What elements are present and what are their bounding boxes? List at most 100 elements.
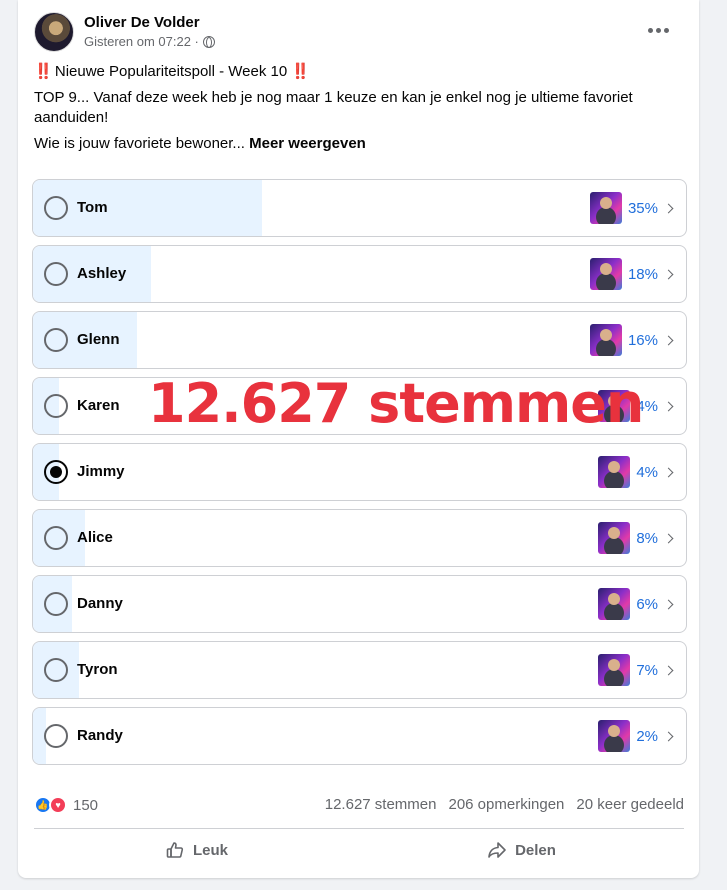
more-options-button[interactable] [642, 18, 674, 42]
poll-option-percent: 7% [636, 661, 658, 679]
radio-button[interactable] [44, 262, 68, 286]
post-title-text: Nieuwe Populariteitspoll - Week 10 [54, 63, 288, 80]
author-avatar[interactable] [34, 12, 74, 52]
post-meta: Gisteren om 07:22 · [84, 34, 215, 49]
radio-button[interactable] [44, 526, 68, 550]
post-stats: 👍 ♥ 150 12.627 stemmen 206 opmerkingen 2… [34, 796, 684, 816]
reaction-count[interactable]: 150 [73, 797, 98, 814]
poll-option-ashley[interactable]: Ashley 18% [32, 245, 687, 303]
voter-avatar [598, 588, 631, 620]
dot-icon [655, 27, 661, 33]
poll-option-result[interactable]: 2% [598, 719, 674, 753]
poll-option-label: Tom [77, 199, 108, 216]
poll-option-danny[interactable]: Danny 6% [32, 575, 687, 633]
radio-button[interactable] [44, 328, 68, 352]
globe-icon [202, 35, 215, 48]
radio-button[interactable] [44, 196, 68, 220]
radio-button[interactable] [44, 460, 68, 484]
post-card: Oliver De Volder Gisteren om 07:22 · ‼️ … [18, 0, 699, 878]
radio-button[interactable] [44, 724, 68, 748]
poll-option-percent: 18% [627, 265, 658, 283]
post-body: TOP 9... Vanaf deze week heb je nog maar… [34, 89, 633, 126]
poll-option-result[interactable]: 18% [589, 257, 674, 291]
double-exclamation-icon: ‼️ [291, 63, 310, 80]
like-label: Leuk [192, 841, 228, 859]
author-name[interactable]: Oliver De Volder [84, 14, 200, 31]
chevron-right-icon [663, 599, 674, 609]
question-text: Wie is jouw favoriete bewoner... [34, 135, 245, 152]
poll-option-result[interactable]: 4% [598, 389, 674, 423]
poll-option-percent: 2% [636, 727, 658, 745]
poll-option-label: Karen [77, 397, 120, 414]
poll-option-label: Jimmy [77, 463, 125, 480]
voter-avatar [598, 456, 631, 488]
poll-option-label: Danny [77, 595, 123, 612]
post-actions: Leuk Delen [34, 832, 684, 868]
poll-option-karen[interactable]: Karen 4% [32, 377, 687, 435]
poll-option-result[interactable]: 6% [598, 587, 674, 621]
voter-avatar [589, 192, 622, 224]
chevron-right-icon [663, 533, 674, 543]
poll-option-label: Randy [77, 727, 123, 744]
divider [34, 828, 684, 829]
dot-icon [647, 27, 653, 33]
poll-option-jimmy[interactable]: Jimmy 4% [32, 443, 687, 501]
poll-option-result[interactable]: 16% [589, 323, 674, 357]
dot-icon [663, 27, 669, 33]
chevron-right-icon [663, 665, 674, 675]
poll-option-alice[interactable]: Alice 8% [32, 509, 687, 567]
share-count[interactable]: 20 keer gedeeld [576, 796, 684, 813]
voter-avatar [589, 324, 622, 356]
poll: Tom 35% Ashley 18% Glenn 16% Karen 4% Jimmy 4% Ali… [32, 179, 687, 773]
chevron-right-icon [663, 203, 674, 213]
poll-option-percent: 6% [636, 595, 658, 613]
post-header: Oliver De Volder Gisteren om 07:22 · [34, 12, 674, 56]
poll-option-percent: 16% [627, 331, 658, 349]
stats-right: 12.627 stemmen 206 opmerkingen 20 keer g… [325, 796, 684, 813]
poll-option-percent: 4% [636, 463, 658, 481]
post-question: Wie is jouw favoriete bewoner... Meer we… [34, 134, 674, 154]
poll-option-result[interactable]: 8% [598, 521, 674, 555]
thumbs-up-icon [166, 842, 184, 858]
poll-option-result[interactable]: 35% [589, 191, 674, 225]
poll-option-percent: 35% [627, 199, 658, 217]
poll-option-tom[interactable]: Tom 35% [32, 179, 687, 237]
chevron-right-icon [663, 731, 674, 741]
poll-option-result[interactable]: 4% [598, 455, 674, 489]
see-more-link[interactable]: Meer weergeven [249, 135, 366, 152]
poll-option-tyron[interactable]: Tyron 7% [32, 641, 687, 699]
radio-button[interactable] [44, 394, 68, 418]
poll-option-percent: 8% [636, 529, 658, 547]
radio-button[interactable] [44, 592, 68, 616]
love-reaction-icon: ♥ [49, 796, 67, 814]
poll-option-result[interactable]: 7% [598, 653, 674, 687]
share-label: Delen [515, 841, 556, 859]
poll-option-randy[interactable]: Randy 2% [32, 707, 687, 765]
voter-avatar [598, 654, 631, 686]
chevron-right-icon [663, 335, 674, 345]
reactions[interactable]: 👍 ♥ 150 [34, 796, 98, 814]
share-arrow-icon [488, 842, 506, 858]
chevron-right-icon [663, 467, 674, 477]
timestamp[interactable]: Gisteren om 07:22 · [84, 34, 199, 49]
poll-option-label: Glenn [77, 331, 120, 348]
like-button[interactable]: Leuk [34, 832, 359, 868]
voter-avatar [589, 258, 622, 290]
share-button[interactable]: Delen [359, 832, 684, 868]
poll-option-label: Alice [77, 529, 113, 546]
poll-option-label: Tyron [77, 661, 118, 678]
chevron-right-icon [663, 401, 674, 411]
post-text: ‼️ Nieuwe Populariteitspoll - Week 10 ‼️… [34, 62, 674, 160]
voter-avatar [598, 390, 631, 422]
poll-option-percent: 4% [636, 397, 658, 415]
chevron-right-icon [663, 269, 674, 279]
post-title: ‼️ Nieuwe Populariteitspoll - Week 10 ‼️ [34, 62, 674, 82]
poll-option-label: Ashley [77, 265, 127, 282]
voter-avatar [598, 522, 631, 554]
comment-count[interactable]: 206 opmerkingen [448, 796, 564, 813]
radio-button[interactable] [44, 658, 68, 682]
vote-count[interactable]: 12.627 stemmen [325, 796, 437, 813]
double-exclamation-icon: ‼️ [34, 63, 53, 80]
voter-avatar [598, 720, 631, 752]
poll-option-glenn[interactable]: Glenn 16% [32, 311, 687, 369]
